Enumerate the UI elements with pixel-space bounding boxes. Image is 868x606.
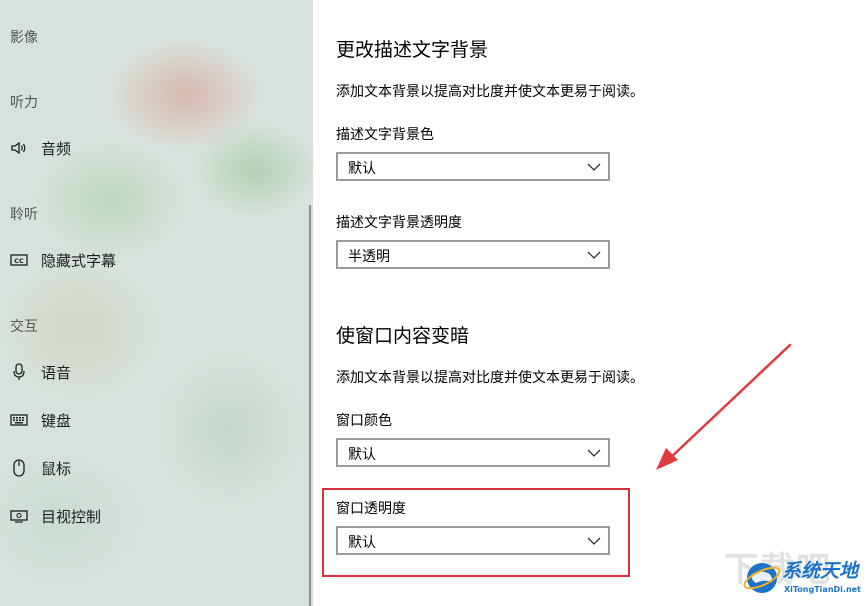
sidebar-section-listen: 聆听	[10, 207, 38, 223]
sidebar-section-interaction: 交互	[10, 319, 38, 335]
caption-background-transparency-label: 描述文字背景透明度	[336, 215, 462, 231]
sidebar: 影像 听力 音频 聆听 CC 隐藏式字幕 交互 语音 键盘 鼠标 目视控制	[0, 0, 313, 606]
chevron-down-icon	[587, 163, 601, 171]
speaker-icon	[10, 139, 28, 157]
dropdown-value: 默认	[348, 161, 376, 177]
mouse-icon	[10, 459, 28, 477]
watermark: 下载吧 系统天地 XiTongTianDi.net	[724, 548, 868, 606]
caption-background-color-label: 描述文字背景色	[336, 127, 434, 143]
sidebar-item-eye-control[interactable]: 目视控制	[0, 496, 300, 536]
sidebar-item-label: 鼠标	[41, 459, 72, 478]
section-description: 添加文本背景以提高对比度并使文本更易于阅读。	[336, 84, 644, 100]
sidebar-item-speech[interactable]: 语音	[0, 352, 300, 392]
caption-background-color-dropdown[interactable]: 默认	[336, 152, 610, 181]
caption-background-transparency-dropdown[interactable]: 半透明	[336, 240, 610, 269]
svg-text:CC: CC	[14, 257, 24, 265]
sidebar-item-mouse[interactable]: 鼠标	[0, 448, 300, 488]
section-description: 添加文本背景以提高对比度并使文本更易于阅读。	[336, 370, 644, 386]
sidebar-item-label: 目视控制	[41, 507, 102, 526]
dropdown-value: 默认	[348, 535, 376, 551]
chevron-down-icon	[587, 251, 601, 259]
sidebar-scrollbar[interactable]	[309, 205, 311, 606]
sidebar-section-hearing: 听力	[10, 95, 38, 111]
sidebar-item-label: 语音	[41, 363, 72, 382]
eye-control-icon	[10, 507, 28, 525]
sidebar-item-label: 键盘	[41, 411, 72, 430]
chevron-down-icon	[587, 449, 601, 457]
section-title-dim-window: 使窗口内容变暗	[336, 325, 470, 347]
globe-logo-icon	[743, 563, 781, 593]
watermark-title: 系统天地	[782, 560, 859, 582]
chevron-down-icon	[587, 537, 601, 545]
sidebar-item-keyboard[interactable]: 键盘	[0, 400, 300, 440]
dropdown-value: 半透明	[348, 249, 390, 265]
sidebar-item-label: 音频	[41, 139, 72, 158]
microphone-icon	[10, 363, 28, 381]
keyboard-icon	[10, 411, 28, 429]
dropdown-value: 默认	[348, 447, 376, 463]
settings-content: 更改描述文字背景 添加文本背景以提高对比度并使文本更易于阅读。 描述文字背景色 …	[313, 0, 868, 606]
window-color-dropdown[interactable]: 默认	[336, 438, 610, 467]
sidebar-item-closed-captions[interactable]: CC 隐藏式字幕	[0, 240, 300, 280]
window-transparency-dropdown[interactable]: 默认	[336, 526, 610, 555]
sidebar-section-video: 影像	[10, 30, 38, 46]
section-title-caption-background: 更改描述文字背景	[336, 39, 489, 61]
watermark-url: XiTongTianDi.net	[784, 585, 861, 594]
sidebar-item-audio[interactable]: 音频	[0, 128, 300, 168]
window-color-label: 窗口颜色	[336, 413, 392, 429]
window-transparency-label: 窗口透明度	[336, 501, 406, 517]
sidebar-item-label: 隐藏式字幕	[41, 251, 117, 270]
closed-captions-icon: CC	[10, 251, 28, 269]
